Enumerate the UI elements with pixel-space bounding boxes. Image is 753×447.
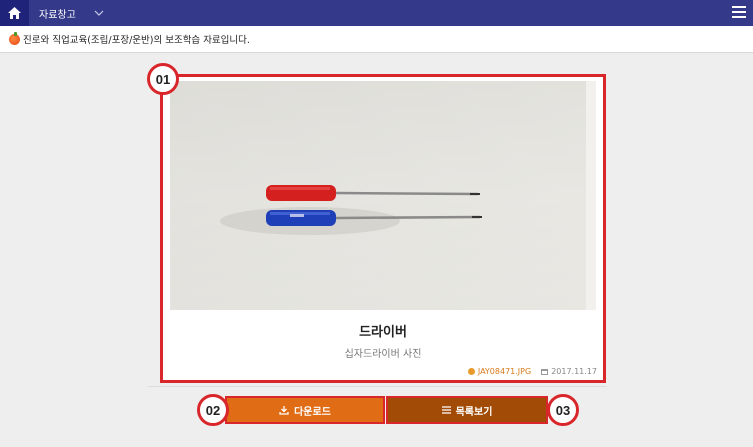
resource-photo[interactable]: [170, 81, 586, 310]
resource-card: 드라이버 십자드라이버 사진 JAY08471.JPG 2017.11.17: [160, 74, 606, 383]
file-icon: [467, 368, 475, 375]
calendar-icon: [541, 368, 549, 375]
resource-description: 십자드라이버 사진: [344, 349, 422, 360]
resource-meta: JAY08471.JPG 2017.11.17: [467, 367, 597, 376]
photo-frame-edge: [586, 81, 596, 310]
divider: [148, 386, 607, 387]
list-label: 목록보기: [455, 406, 493, 418]
top-navigation-bar: 자료창고: [0, 0, 753, 26]
notice-text: 진로와 직업교육(조립/포장/운반)의 보조학습 자료입니다.: [23, 35, 250, 46]
tomato-icon: [9, 31, 20, 45]
date-text: 2017.11.17: [551, 367, 597, 376]
download-label: 다운로드: [294, 406, 331, 418]
home-button[interactable]: [0, 0, 29, 26]
resource-title: 드라이버: [359, 325, 407, 340]
screwdriver-image: [170, 81, 586, 310]
home-icon: [8, 7, 21, 19]
breadcrumb-dropdown[interactable]: 자료창고: [29, 0, 104, 26]
download-button[interactable]: 다운로드: [225, 396, 385, 424]
date-info: 2017.11.17: [541, 367, 597, 376]
breadcrumb-label: 자료창고: [39, 9, 76, 21]
callout-01: 01: [147, 63, 179, 95]
notice-bar: 진로와 직업교육(조립/포장/운반)의 보조학습 자료입니다.: [0, 26, 753, 53]
file-name: JAY08471.JPG: [477, 367, 532, 376]
hamburger-menu-icon[interactable]: [732, 6, 746, 18]
chevron-down-icon: [94, 10, 104, 16]
callout-03: 03: [547, 394, 579, 426]
list-button[interactable]: 목록보기: [386, 396, 548, 424]
file-link[interactable]: JAY08471.JPG: [467, 367, 532, 376]
list-icon: [441, 406, 451, 414]
download-icon: [279, 405, 289, 415]
callout-02: 02: [197, 394, 229, 426]
